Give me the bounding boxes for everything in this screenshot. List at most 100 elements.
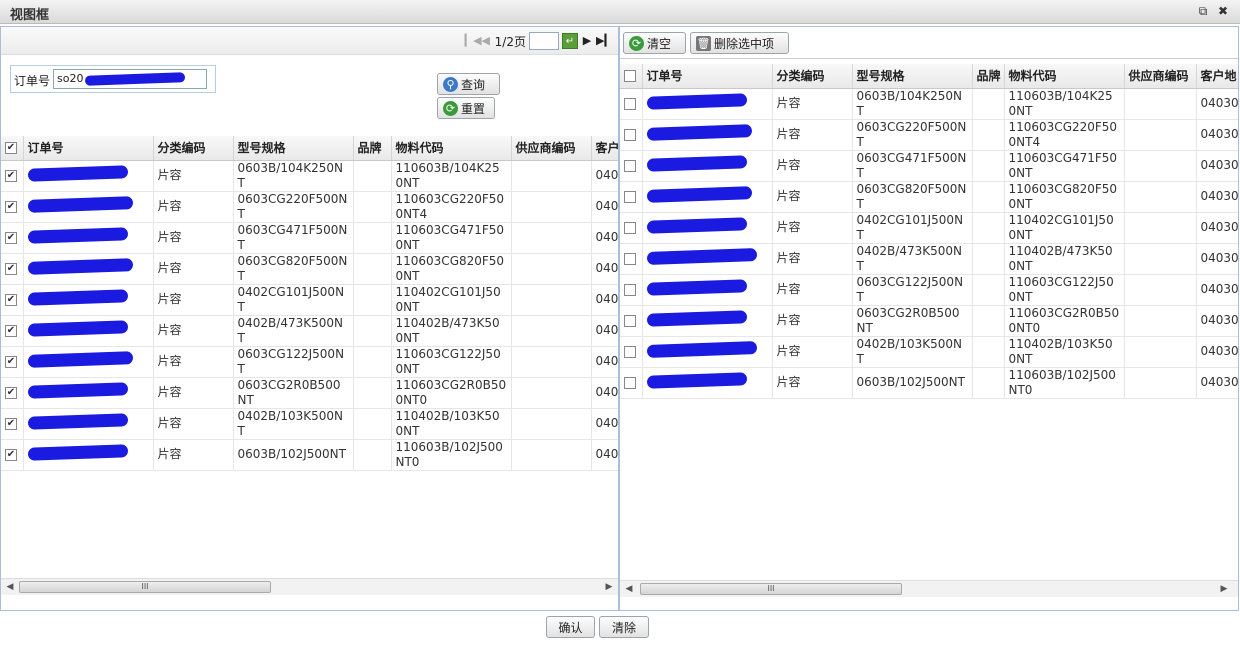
row-checkbox[interactable]	[5, 262, 17, 275]
go-page-button[interactable]: ↵	[562, 33, 578, 49]
row-checkbox-cell[interactable]	[620, 150, 643, 182]
table-row[interactable]: 片容0603B/102J500NT 110603B/102J500NT0 0403	[1, 439, 618, 471]
col-brand[interactable]: 品牌	[972, 64, 1005, 89]
col-spec[interactable]: 型号规格	[852, 64, 973, 89]
col-material-code[interactable]: 物料代码	[391, 136, 512, 161]
col-order-number[interactable]: 订单号	[642, 64, 773, 89]
scroll-thumb[interactable]: III	[640, 583, 902, 595]
table-row[interactable]: 片容0402CG101J500NT 110402CG101J500NT 0403	[1, 284, 618, 316]
col-supplier-code[interactable]: 供应商编码	[511, 136, 592, 161]
table-row[interactable]: 片容0603CG820F500NT 110603CG820F500NT 0403	[1, 253, 618, 285]
row-checkbox-cell[interactable]	[1, 191, 24, 223]
col-customer-location[interactable]: 客户地	[1196, 64, 1238, 89]
row-checkbox-cell[interactable]	[1, 439, 24, 471]
order-number-input[interactable]: so20	[53, 69, 207, 89]
table-row[interactable]: 片容 0603CG220F500NT 110603CG220F500NT4 04030…	[620, 119, 1238, 151]
row-checkbox[interactable]	[624, 314, 636, 327]
row-checkbox[interactable]	[5, 448, 17, 461]
row-checkbox-cell[interactable]	[620, 336, 643, 368]
scroll-right-icon[interactable]: ▶	[1218, 583, 1230, 595]
delete-selected-button[interactable]: 🗑 删除选中项	[690, 32, 789, 54]
select-all-checkbox[interactable]	[624, 70, 636, 83]
col-brand[interactable]: 品牌	[353, 136, 392, 161]
table-row[interactable]: 片容0603B/104K250NT 110603B/104K250NT 0403	[1, 160, 618, 192]
select-all-checkbox-cell[interactable]	[620, 64, 643, 89]
table-row[interactable]: 片容0402B/473K500NT 110402B/473K500NT 0403	[1, 315, 618, 347]
table-row[interactable]: 片容 0603B/102J500NT 110603B/102J500NT0 04030…	[620, 367, 1238, 399]
table-row[interactable]: 片容 0402B/473K500NT 110402B/473K500NT 04030 …	[620, 243, 1238, 275]
row-checkbox-cell[interactable]	[1, 377, 24, 409]
table-row[interactable]: 片容 0402CG101J500NT 110402CG101J500NT 04030 …	[620, 212, 1238, 244]
clear-list-button[interactable]: ⟳ 清空	[623, 32, 686, 54]
table-row[interactable]: 片容0603CG2R0B500NT 110603CG2R0B500NT0 0403	[1, 377, 618, 409]
row-checkbox-cell[interactable]	[620, 88, 643, 120]
row-checkbox[interactable]	[5, 417, 17, 430]
col-material-code[interactable]: 物料代码	[1004, 64, 1125, 89]
page-number-input[interactable]	[529, 32, 559, 50]
select-all-checkbox[interactable]	[5, 142, 17, 155]
row-checkbox[interactable]	[624, 376, 636, 389]
col-spec[interactable]: 型号规格	[233, 136, 354, 161]
last-page-icon[interactable]: ▶▎	[596, 34, 613, 48]
row-checkbox-cell[interactable]	[620, 243, 643, 275]
table-row[interactable]: 片容0603CG220F500NT 110603CG220F500NT4 0403	[1, 191, 618, 223]
row-checkbox-cell[interactable]	[620, 119, 643, 151]
first-page-icon[interactable]: ▎◀	[465, 34, 482, 48]
clear-button[interactable]: 清除	[599, 616, 649, 638]
left-hscrollbar[interactable]: ◀ III ▶	[1, 578, 618, 595]
scroll-thumb[interactable]: III	[19, 581, 271, 593]
prev-page-icon[interactable]: ◀	[480, 34, 492, 48]
next-page-icon[interactable]: ▶	[581, 34, 593, 48]
scroll-left-icon[interactable]: ◀	[4, 581, 16, 593]
col-customer[interactable]: 客户	[591, 136, 618, 161]
row-checkbox[interactable]	[624, 283, 636, 296]
close-icon[interactable]: ✖	[1216, 4, 1230, 18]
scroll-right-icon[interactable]: ▶	[603, 581, 615, 593]
row-checkbox[interactable]	[624, 159, 636, 172]
row-checkbox-cell[interactable]	[620, 274, 643, 306]
row-checkbox[interactable]	[5, 386, 17, 399]
row-checkbox[interactable]	[5, 324, 17, 337]
row-checkbox[interactable]	[624, 128, 636, 141]
table-row[interactable]: 片容0603CG471F500NT 110603CG471F500NT 0403	[1, 222, 618, 254]
row-checkbox-cell[interactable]	[1, 408, 24, 440]
row-checkbox[interactable]	[624, 190, 636, 203]
col-order-number[interactable]: 订单号	[23, 136, 154, 161]
table-row[interactable]: 片容 0603B/104K250NT 110603B/104K250NT 04030 …	[620, 88, 1238, 120]
row-checkbox[interactable]	[5, 293, 17, 306]
row-checkbox[interactable]	[624, 97, 636, 110]
select-all-checkbox-cell[interactable]	[1, 136, 24, 161]
table-row[interactable]: 片容0603CG122J500NT 110603CG122J500NT 0403	[1, 346, 618, 378]
row-checkbox[interactable]	[5, 231, 17, 244]
row-checkbox-cell[interactable]	[1, 315, 24, 347]
row-checkbox-cell[interactable]	[620, 367, 643, 399]
restore-icon[interactable]: ⧉	[1196, 4, 1210, 18]
table-row[interactable]: 片容 0402B/103K500NT 110402B/103K500NT 04030 …	[620, 336, 1238, 368]
table-row[interactable]: 片容 0603CG2R0B500NT 110603CG2R0B500NT0 04030…	[620, 305, 1238, 337]
row-checkbox-cell[interactable]	[620, 212, 643, 244]
reset-button[interactable]: ⟳ 重置	[437, 97, 495, 119]
row-checkbox[interactable]	[624, 221, 636, 234]
right-hscrollbar[interactable]: ◀ III ▶	[620, 580, 1238, 597]
confirm-button[interactable]: 确认	[546, 616, 595, 638]
row-checkbox-cell[interactable]	[1, 160, 24, 192]
col-category-code[interactable]: 分类编码	[772, 64, 853, 89]
row-checkbox-cell[interactable]	[620, 181, 643, 213]
scroll-left-icon[interactable]: ◀	[623, 583, 635, 595]
row-checkbox-cell[interactable]	[1, 346, 24, 378]
row-checkbox-cell[interactable]	[1, 284, 24, 316]
table-row[interactable]: 片容 0603CG820F500NT 110603CG820F500NT 04030 …	[620, 181, 1238, 213]
table-row[interactable]: 片容 0603CG122J500NT 110603CG122J500NT 04030 …	[620, 274, 1238, 306]
row-checkbox[interactable]	[5, 169, 17, 182]
row-checkbox-cell[interactable]	[620, 305, 643, 337]
row-checkbox[interactable]	[5, 200, 17, 213]
table-row[interactable]: 片容0402B/103K500NT 110402B/103K500NT 0403	[1, 408, 618, 440]
row-checkbox[interactable]	[624, 345, 636, 358]
col-supplier-code[interactable]: 供应商编码	[1124, 64, 1197, 89]
row-checkbox-cell[interactable]	[1, 222, 24, 254]
col-category-code[interactable]: 分类编码	[153, 136, 234, 161]
row-checkbox[interactable]	[5, 355, 17, 368]
table-row[interactable]: 片容 0603CG471F500NT 110603CG471F500NT 04030 …	[620, 150, 1238, 182]
query-button[interactable]: ⚲ 查询	[437, 73, 500, 95]
row-checkbox[interactable]	[624, 252, 636, 265]
